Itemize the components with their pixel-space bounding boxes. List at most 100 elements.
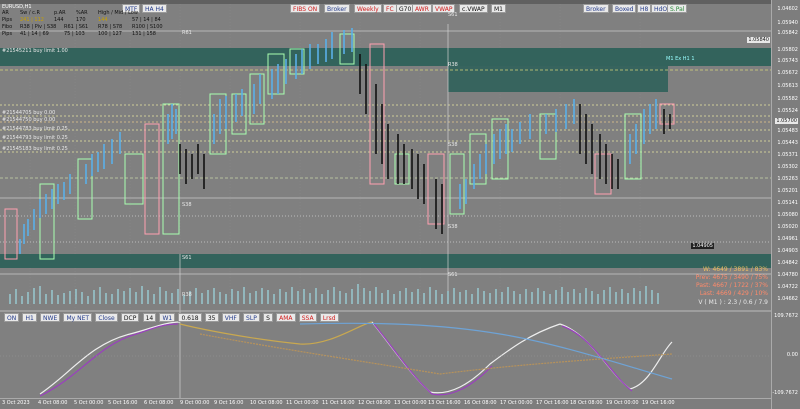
ind-button-35[interactable]: 35 — [204, 313, 219, 322]
price-box-top: 1.05840 — [747, 37, 770, 43]
time-tick: 9 Oct 00:00 — [180, 400, 210, 406]
price-tick: 1.05582 — [777, 96, 798, 102]
price-tick: 1.05141 — [777, 200, 798, 206]
ind-button-dcp[interactable]: DCP — [120, 313, 140, 322]
indicator-axis-top: 109.7672 — [774, 313, 798, 319]
info-cell: Sw / c.R — [20, 10, 40, 16]
info-cell: R100 | S100 — [132, 24, 163, 30]
info-row-3: Fibo R38 | Piv | S38 R61 | S61 R78 | S78… — [2, 24, 179, 31]
info-cell: Pips — [2, 17, 13, 23]
fib-level-label: S38 — [448, 224, 458, 230]
h8-button[interactable]: H8 — [637, 4, 652, 13]
time-tick: 19 Oct 16:00 — [642, 400, 675, 406]
info-cell: R61 | S61 — [64, 24, 89, 30]
ind-button-ama[interactable]: AMA — [276, 313, 296, 322]
ind-button-mynet[interactable]: My NET — [63, 313, 93, 322]
time-axis[interactable]: 3 Oct 2023 4 Oct 08:00 5 Oct 00:00 5 Oct… — [0, 398, 771, 409]
price-tick: 1.05802 — [777, 47, 798, 53]
stats-line-1: W: 4649 / 3891 / 83% — [702, 266, 768, 273]
indicator-toolbar: ON H1 NWE My NET Close DCP 14 W1 0.618 3… — [4, 313, 340, 322]
time-tick: 17 Oct 16:00 — [536, 400, 569, 406]
time-tick: 12 Oct 08:00 — [358, 400, 391, 406]
fib-level-label: R38 — [182, 292, 192, 298]
info-cell: 75 | 103 — [64, 31, 85, 37]
fib-level-label: S61 — [448, 272, 458, 278]
awr-button[interactable]: AWR — [412, 4, 432, 13]
m1-button[interactable]: M1 — [491, 4, 506, 13]
ind-button-vhf[interactable]: VHF — [221, 313, 240, 322]
info-cell: Pips — [2, 31, 13, 37]
broker-button[interactable]: Broker — [324, 4, 350, 13]
stats-line-5: V ( M1 ) : 2.3 / 0.6 / 7.9 — [698, 299, 768, 306]
info-cell: 57 | 14 | 84 — [132, 17, 161, 23]
current-price-box: 1.05700 — [775, 118, 798, 124]
ind-button-s[interactable]: S — [263, 313, 273, 322]
time-tick: 11 Oct 16:00 — [322, 400, 355, 406]
order-label[interactable]: #21545211 buy limit 1.00 — [2, 48, 68, 54]
ind-button-w1[interactable]: W1 — [159, 313, 176, 322]
price-chart[interactable] — [0, 4, 771, 398]
order-label[interactable]: #21544783 buy limit 0.25 — [2, 126, 68, 132]
price-tick: 1.05940 — [777, 20, 798, 26]
price-tick: 1.05201 — [777, 188, 798, 194]
time-tick: 11 Oct 00:00 — [286, 400, 319, 406]
boxed-button[interactable]: Boxed — [612, 4, 637, 13]
price-tick: 1.05483 — [777, 128, 798, 134]
time-tick: 9 Oct 16:00 — [214, 400, 244, 406]
info-row-4: Pips 41 | 14 | 69 75 | 103 100 | 127 131… — [2, 31, 179, 38]
info-cell: 144 — [98, 17, 108, 23]
price-tick: 1.04842 — [777, 260, 798, 266]
price-tick: 1.05080 — [777, 212, 798, 218]
info-cell: R38 | Piv | S38 — [20, 24, 57, 30]
stats-line-3: Past: 4667 / 1722 / 37% — [696, 282, 768, 289]
fib-level-label: S38 — [448, 142, 458, 148]
ind-button-14[interactable]: 14 — [142, 313, 157, 322]
ind-button-h1[interactable]: H1 — [22, 313, 37, 322]
info-cell: 241 | 112 — [20, 17, 44, 23]
stats-line-2: Prev: 4675 / 3490 / 75% — [695, 274, 768, 281]
price-tick: 1.05842 — [777, 30, 798, 36]
price-tick: 1.05371 — [777, 152, 798, 158]
ind-button-slp[interactable]: SLP — [243, 313, 260, 322]
info-cell: 131 | 158 — [132, 31, 156, 37]
s-pal-button[interactable]: S.Pal — [667, 4, 688, 13]
c-vwap-button[interactable]: c.VWAP — [459, 4, 488, 13]
time-tick: 13 Oct 16:00 — [428, 400, 461, 406]
time-tick: 17 Oct 00:00 — [500, 400, 533, 406]
ind-button-nwe[interactable]: NWE — [40, 313, 61, 322]
ind-button-close[interactable]: Close — [95, 313, 118, 322]
info-cell: 144 — [54, 17, 64, 23]
fc-button[interactable]: FC — [383, 4, 397, 13]
weekly-button[interactable]: Weekly — [354, 4, 382, 13]
indicator-axis-bottom: -109.7672 — [772, 390, 798, 396]
ind-button-0618[interactable]: 0.618 — [178, 313, 202, 322]
ind-button-lrsd[interactable]: Lrsd — [319, 313, 339, 322]
order-label[interactable]: #21544705 buy 0.00 — [2, 110, 55, 116]
time-tick: 19 Oct 00:00 — [606, 400, 639, 406]
order-label[interactable]: #21544750 buy 0.00 — [2, 117, 55, 123]
fib-level-label: R61 — [182, 30, 192, 36]
time-tick: 4 Oct 08:00 — [38, 400, 68, 406]
info-panel: AR Sw / c.R p.AR %AR High / Mid / Low Pi… — [2, 10, 179, 38]
price-tick: 1.04722 — [777, 284, 798, 290]
broker-right-button[interactable]: Broker — [583, 4, 609, 13]
info-cell: 41 | 14 | 69 — [20, 31, 49, 37]
price-tick: 1.05263 — [777, 176, 798, 182]
trading-terminal: EURUSD,H1 MTF HA H4 FIBS ON Broker Weekl… — [0, 0, 800, 409]
fib-level-label: S61 — [182, 255, 192, 261]
right-note: M1 Ex H1 1 — [666, 56, 695, 62]
price-tick: 1.04780 — [777, 272, 798, 278]
time-tick: 16 Oct 08:00 — [464, 400, 497, 406]
fib-level-label: S61 — [448, 12, 458, 18]
price-tick: 1.04903 — [777, 248, 798, 254]
ind-button-on[interactable]: ON — [4, 313, 20, 322]
indicator-axis-zero: 0.00 — [786, 352, 798, 358]
order-label[interactable]: #21545183 buy limit 0.25 — [2, 146, 68, 152]
price-box-low: 1.04905 — [691, 243, 714, 249]
info-cell: 170 — [76, 17, 86, 23]
time-tick: 5 Oct 16:00 — [108, 400, 138, 406]
time-tick: 10 Oct 08:00 — [250, 400, 283, 406]
ind-button-ssa[interactable]: SSA — [298, 313, 317, 322]
order-label[interactable]: #21544793 buy limit 0.25 — [2, 135, 68, 141]
fibs-on-button[interactable]: FIBS ON — [290, 4, 321, 13]
